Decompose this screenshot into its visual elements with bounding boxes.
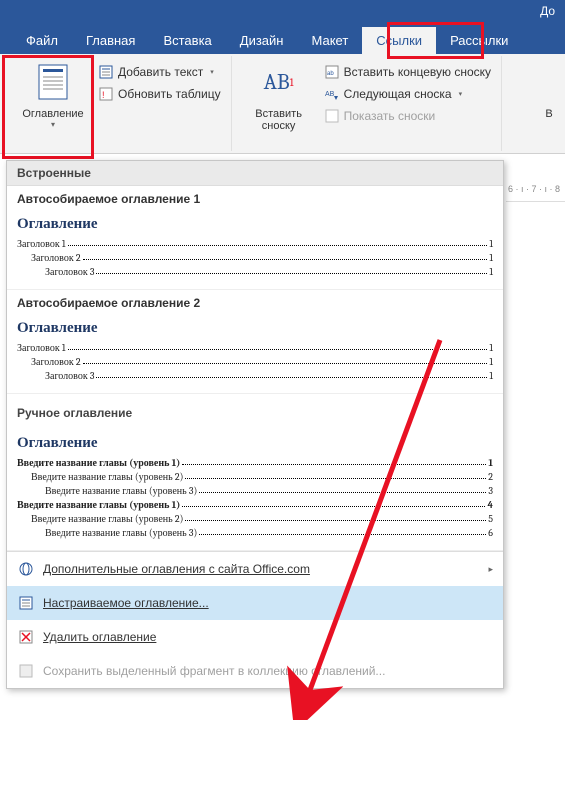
save-selection-label: Сохранить выделенный фрагмент в коллекци… bbox=[43, 664, 385, 678]
svg-text:ab: ab bbox=[327, 71, 334, 77]
toc-label: Оглавление bbox=[22, 108, 83, 120]
endnote-icon: ab bbox=[324, 64, 340, 80]
add-text-button[interactable]: Добавить текст ▾ bbox=[94, 62, 225, 82]
toc-style-title: Автособираемое оглавление 1 bbox=[17, 192, 493, 206]
remove-toc-label: Удалить оглавление bbox=[43, 630, 156, 644]
right-button[interactable]: В bbox=[508, 58, 565, 124]
insert-footnote-label: Вставить сноску bbox=[255, 108, 302, 132]
toc-entry: Заголовок 31 bbox=[45, 265, 493, 279]
footnote-icon: AB1 bbox=[262, 62, 296, 102]
ribbon: Оглавление ▾ Добавить текст ▾ ! Обновить… bbox=[0, 54, 565, 154]
toc-entry: Введите название главы (уровень 1)4 bbox=[17, 498, 493, 512]
toc-entry: Заголовок 21 bbox=[31, 355, 493, 369]
tab-home[interactable]: Главная bbox=[72, 27, 149, 54]
toc-entry: Введите название главы (уровень 1)1 bbox=[17, 456, 493, 470]
toc-entry: Заголовок 21 bbox=[31, 251, 493, 265]
toc-entry: Введите название главы (уровень 2)2 bbox=[31, 470, 493, 484]
update-icon: ! bbox=[98, 86, 114, 102]
toc-preview: Оглавление Введите название главы (урове… bbox=[17, 431, 493, 542]
toc-gallery: Встроенные Автособираемое оглавление 1 О… bbox=[6, 160, 504, 689]
toc-entry: Заголовок 31 bbox=[45, 369, 493, 383]
tab-layout[interactable]: Макет bbox=[297, 27, 362, 54]
svg-text:!: ! bbox=[102, 90, 105, 100]
ruler: 6 · ı · 7 · ı · 8 bbox=[506, 182, 565, 202]
more-toc-online[interactable]: Дополнительные оглавления с сайта Office… bbox=[7, 552, 503, 586]
show-notes-label: Показать сноски bbox=[344, 109, 436, 123]
ribbon-group-toc: Оглавление ▾ Добавить текст ▾ ! Обновить… bbox=[6, 56, 232, 151]
next-footnote-button[interactable]: AB Следующая сноска ▾ bbox=[320, 84, 495, 104]
tab-references[interactable]: Ссылки bbox=[362, 27, 436, 54]
insert-footnote-button[interactable]: AB1 Вставить сноску bbox=[238, 58, 320, 136]
remove-toc[interactable]: Удалить оглавление bbox=[7, 620, 503, 654]
show-notes-icon bbox=[324, 108, 340, 124]
doc-title: До bbox=[540, 4, 555, 18]
title-bar: До bbox=[0, 0, 565, 24]
tab-mailings[interactable]: Рассылки bbox=[436, 27, 522, 54]
section-manual: Ручное оглавление bbox=[7, 394, 503, 425]
toc-entry: Заголовок 11 bbox=[17, 341, 493, 355]
insert-endnote-label: Вставить концевую сноску bbox=[344, 65, 491, 79]
show-notes-button[interactable]: Показать сноски bbox=[320, 106, 495, 126]
next-footnote-label: Следующая сноска bbox=[344, 87, 452, 101]
toc-entry: Введите название главы (уровень 3)3 bbox=[45, 484, 493, 498]
add-text-icon bbox=[98, 64, 114, 80]
custom-toc[interactable]: Настраиваемое оглавление... bbox=[7, 586, 503, 620]
dropdown-footer: Дополнительные оглавления с сайта Office… bbox=[7, 551, 503, 688]
chevron-down-icon: ▾ bbox=[210, 68, 214, 76]
custom-toc-label: Настраиваемое оглавление... bbox=[43, 596, 209, 610]
online-icon bbox=[17, 560, 35, 578]
ribbon-tabs: Файл Главная Вставка Дизайн Макет Ссылки… bbox=[0, 24, 565, 54]
next-footnote-icon: AB bbox=[324, 86, 340, 102]
toc-preview: Оглавление Заголовок 11Заголовок 21Загол… bbox=[17, 316, 493, 385]
toc-style-auto2[interactable]: Автособираемое оглавление 2 Оглавление З… bbox=[7, 290, 503, 394]
toc-entry: Введите название главы (уровень 3)6 bbox=[45, 526, 493, 540]
toc-style-auto1[interactable]: Автособираемое оглавление 1 Оглавление З… bbox=[7, 186, 503, 290]
tab-file[interactable]: Файл bbox=[12, 27, 72, 54]
tab-insert[interactable]: Вставка bbox=[149, 27, 225, 54]
toc-style-title: Автособираемое оглавление 2 bbox=[17, 296, 493, 310]
chevron-down-icon: ▾ bbox=[459, 90, 463, 98]
ribbon-group-right: В bbox=[502, 56, 565, 151]
update-table-button[interactable]: ! Обновить таблицу bbox=[94, 84, 225, 104]
more-toc-label: Дополнительные оглавления с сайта Office… bbox=[43, 562, 310, 576]
toc-entry: Заголовок 11 bbox=[17, 237, 493, 251]
custom-toc-icon bbox=[17, 594, 35, 612]
save-selection: Сохранить выделенный фрагмент в коллекци… bbox=[7, 654, 503, 688]
svg-text:AB: AB bbox=[325, 91, 335, 98]
add-text-label: Добавить текст bbox=[118, 65, 203, 79]
save-icon bbox=[17, 662, 35, 680]
toc-icon bbox=[36, 62, 70, 102]
toc-entry: Введите название главы (уровень 2)5 bbox=[31, 512, 493, 526]
toc-preview: Оглавление Заголовок 11Заголовок 21Загол… bbox=[17, 212, 493, 281]
section-built-in: Встроенные bbox=[7, 161, 503, 186]
insert-endnote-button[interactable]: ab Вставить концевую сноску bbox=[320, 62, 495, 82]
remove-icon bbox=[17, 628, 35, 646]
ribbon-group-footnotes: AB1 Вставить сноску ab Вставить концевую… bbox=[232, 56, 502, 151]
chevron-down-icon: ▾ bbox=[51, 120, 55, 129]
toc-button[interactable]: Оглавление ▾ bbox=[12, 58, 94, 133]
update-table-label: Обновить таблицу bbox=[118, 87, 221, 101]
toc-style-manual[interactable]: Оглавление Введите название главы (урове… bbox=[7, 425, 503, 551]
tab-design[interactable]: Дизайн bbox=[226, 27, 298, 54]
chevron-right-icon: ▸ bbox=[488, 564, 493, 575]
